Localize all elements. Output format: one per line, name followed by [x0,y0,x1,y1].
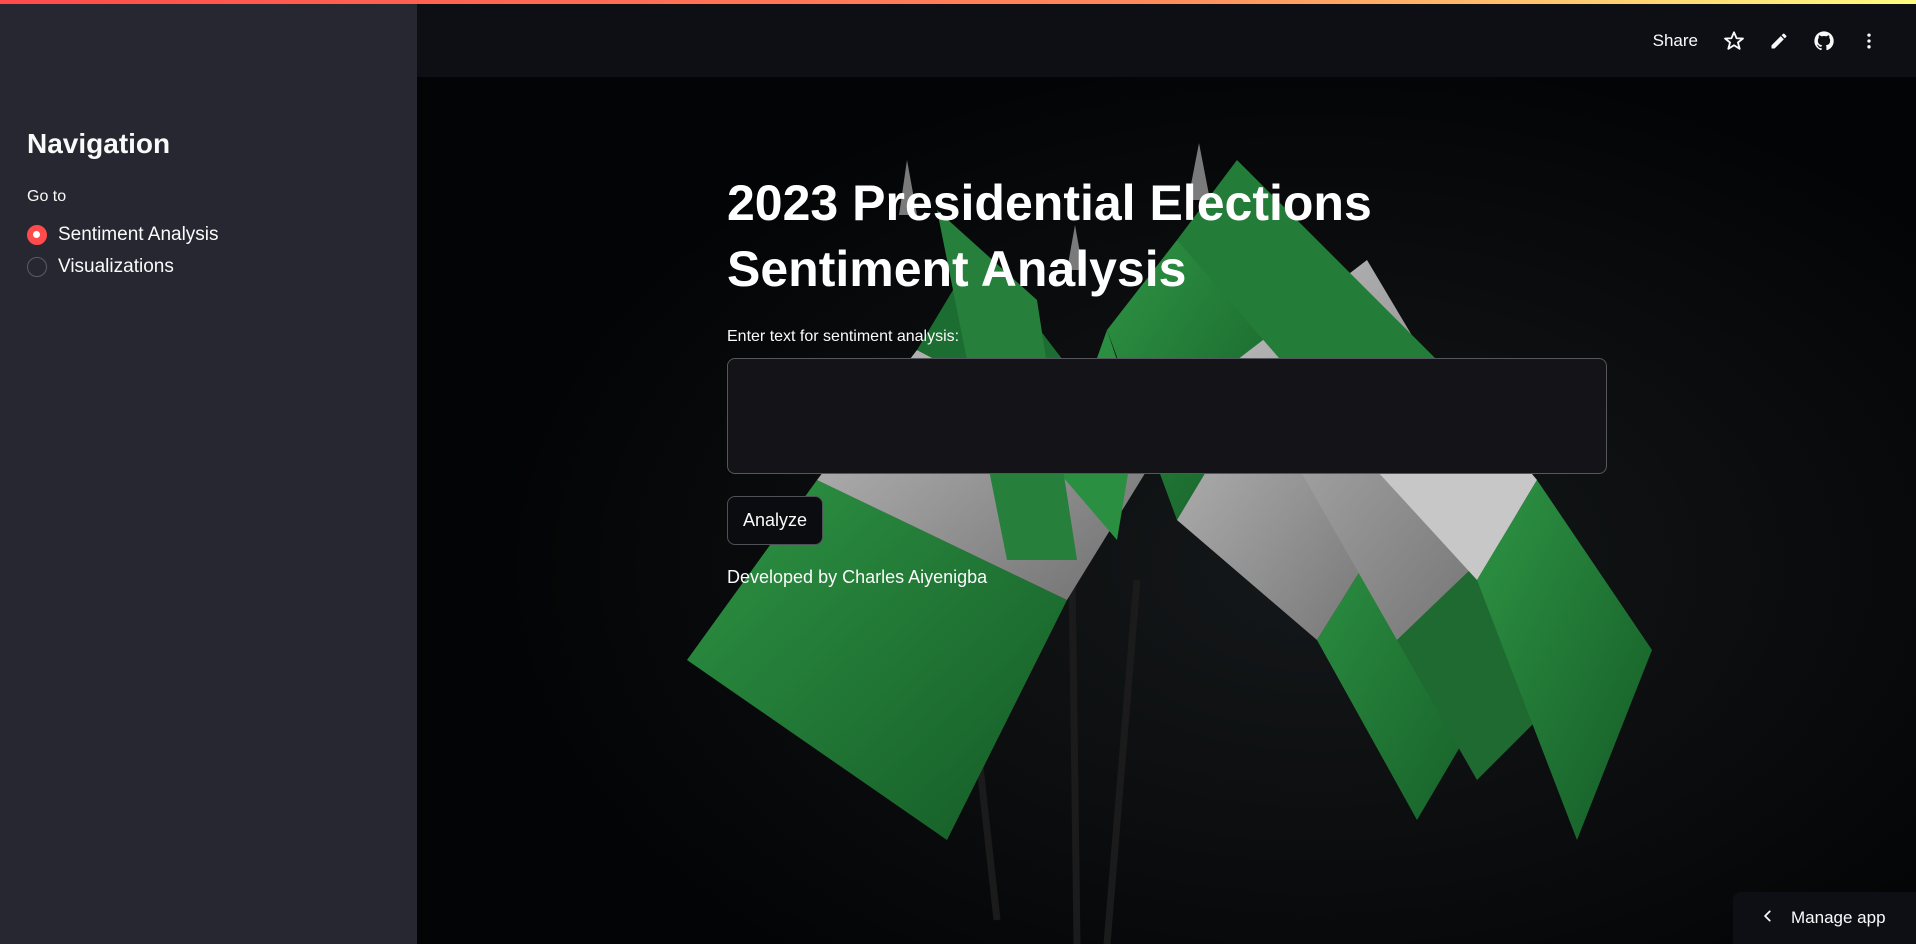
chevron-left-icon [1761,909,1775,928]
radio-button-checked[interactable] [27,225,47,245]
pencil-icon[interactable] [1767,29,1790,52]
sidebar: Navigation Go to Sentiment Analysis Visu… [0,0,417,944]
header-actions: Share [1653,29,1880,52]
main-content: 2023 Presidential Elections Sentiment An… [727,170,1607,588]
text-input-label: Enter text for sentiment analysis: [727,328,960,345]
page-title-line-1: 2023 Presidential Elections [727,175,1372,231]
analyze-button[interactable]: Analyze [727,496,824,545]
star-icon[interactable] [1722,29,1745,52]
sidebar-title: Navigation [27,128,171,159]
top-decoration-bar [0,0,1916,4]
manage-app-label: Manage app [1791,908,1886,927]
radio-label: Visualizations [58,256,174,277]
more-vert-icon[interactable] [1857,29,1880,52]
goto-label: Go to [27,188,67,205]
github-icon[interactable] [1812,29,1835,52]
main-area: Share 2023 Presidential Elections Sentim… [417,0,1916,944]
radio-option-visualizations[interactable]: Visualizations [27,256,174,278]
sentiment-text-area[interactable] [727,358,1607,474]
radio-button-unchecked[interactable] [27,257,47,277]
page-title: 2023 Presidential Elections Sentiment An… [727,170,1607,302]
share-button[interactable]: Share [1653,31,1698,51]
top-header: Share [417,0,1916,77]
radio-option-sentiment-analysis[interactable]: Sentiment Analysis [27,224,219,246]
page-title-line-2: Sentiment Analysis [727,241,1187,297]
developer-credit: Developed by Charles Aiyenigba [727,567,988,587]
radio-label: Sentiment Analysis [58,224,219,245]
manage-app-button[interactable]: Manage app [1733,892,1916,944]
